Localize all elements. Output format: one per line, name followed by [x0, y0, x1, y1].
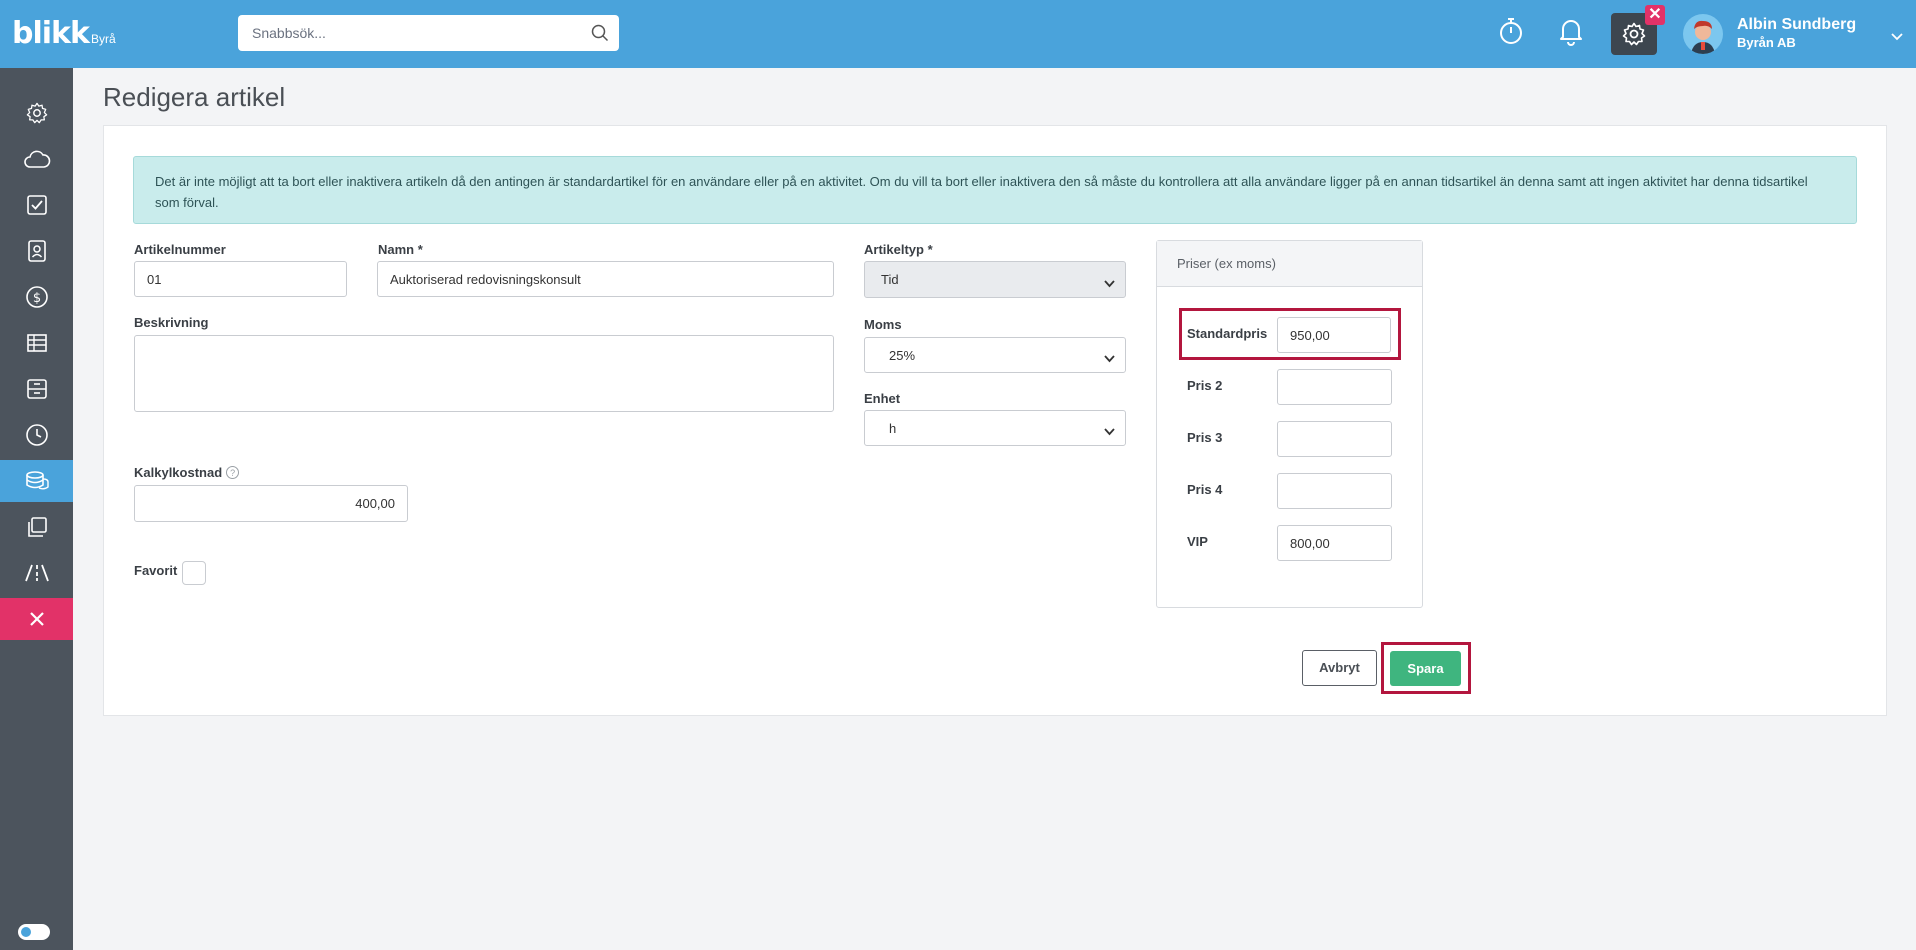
pris4-input[interactable]: [1277, 473, 1392, 509]
cloud-icon: [23, 150, 50, 168]
vip-input[interactable]: [1277, 525, 1392, 561]
sidebar-item-archive[interactable]: [0, 368, 73, 410]
enhet-select[interactable]: h: [864, 410, 1126, 446]
save-highlight: [1381, 642, 1471, 694]
dollar-icon: $: [25, 286, 48, 308]
standardpris-highlight: [1179, 308, 1401, 360]
beskrivning-label: Beskrivning: [134, 315, 209, 330]
stopwatch-icon[interactable]: [1497, 16, 1525, 51]
sidebar-item-economy[interactable]: $: [0, 276, 73, 318]
artikeltyp-select: Tid: [864, 261, 1126, 298]
close-badge[interactable]: ✕: [1645, 5, 1665, 25]
sidebar-item-mileage[interactable]: [0, 552, 73, 594]
chevron-down-icon[interactable]: [1891, 28, 1903, 46]
enhet-label: Enhet: [864, 391, 901, 406]
bell-icon[interactable]: [1557, 16, 1585, 51]
sidebar-item-documents[interactable]: [0, 506, 73, 548]
chevron-down-icon: [1104, 424, 1115, 439]
clock-icon: [25, 424, 48, 446]
pris2-input[interactable]: [1277, 369, 1392, 405]
page-title: Redigera artikel: [103, 82, 286, 112]
coins-icon: [25, 471, 49, 490]
logo-text: blikk: [12, 16, 90, 51]
theme-toggle[interactable]: [18, 924, 50, 940]
logo-suffix: Byrå: [90, 32, 116, 46]
logo[interactable]: blikk Byrå: [12, 16, 116, 51]
close-icon: [29, 612, 44, 626]
vip-label: VIP: [1187, 534, 1208, 549]
avatar[interactable]: [1683, 14, 1723, 54]
pris2-label: Pris 2: [1187, 378, 1223, 393]
search-icon[interactable]: [591, 24, 609, 47]
chevron-down-icon: [1104, 276, 1115, 291]
contacts-icon: [27, 240, 46, 262]
checkbox-icon: [26, 195, 47, 215]
sidebar-item-tasks[interactable]: [0, 184, 73, 226]
sidebar-item-close[interactable]: [0, 598, 73, 640]
artikeltyp-value: Tid: [881, 272, 899, 287]
gear-icon: [26, 102, 47, 124]
namn-input[interactable]: [377, 261, 834, 297]
sidebar-item-time[interactable]: [0, 414, 73, 456]
artikelnummer-input[interactable]: [134, 261, 347, 297]
favorit-checkbox[interactable]: [182, 561, 206, 585]
sidebar-item-contacts[interactable]: [0, 230, 73, 272]
road-icon: [24, 564, 49, 582]
favorit-label: Favorit: [134, 563, 178, 578]
chevron-down-icon: [1104, 351, 1115, 366]
moms-label: Moms: [864, 317, 902, 332]
user-name[interactable]: Albin Sundberg: [1737, 16, 1856, 34]
artikelnummer-label: Artikelnummer: [134, 242, 226, 257]
sidebar-item-settings[interactable]: [0, 92, 73, 134]
kalkylkostnad-label: Kalkylkostnad?: [134, 465, 240, 480]
top-bar: blikkByrå ✕ Albin Sundberg Byrån AB: [0, 0, 1916, 68]
enhet-value: h: [889, 420, 897, 436]
search-input[interactable]: [238, 15, 568, 51]
info-alert: Det är inte möjligt att ta bort eller in…: [133, 156, 1857, 224]
kalkylkostnad-label-text: Kalkylkostnad: [134, 465, 223, 480]
search-box: [238, 15, 619, 51]
user-company[interactable]: Byrån AB: [1737, 35, 1796, 50]
moms-value: 25%: [889, 347, 916, 363]
cancel-button[interactable]: Avbryt: [1302, 650, 1377, 686]
pris4-label: Pris 4: [1187, 482, 1223, 497]
gear-icon: [1622, 22, 1646, 46]
pris3-input[interactable]: [1277, 421, 1392, 457]
prices-header: Priser (ex moms): [1157, 241, 1422, 287]
sidebar: $: [0, 68, 73, 950]
svg-text:$: $: [32, 291, 40, 306]
beskrivning-textarea[interactable]: [134, 335, 834, 412]
kalkylkostnad-input[interactable]: [134, 485, 408, 522]
artikeltyp-label: Artikeltyp *: [864, 242, 933, 257]
sidebar-item-articles[interactable]: [0, 460, 73, 502]
table-icon: [26, 334, 47, 352]
pris3-label: Pris 3: [1187, 430, 1223, 445]
sidebar-item-cloud[interactable]: [0, 138, 73, 180]
sidebar-item-reports[interactable]: [0, 322, 73, 364]
namn-label: Namn *: [378, 242, 423, 257]
help-icon[interactable]: ?: [226, 466, 240, 479]
archive-icon: [26, 379, 47, 399]
copy-icon: [27, 517, 47, 537]
moms-select[interactable]: 25%: [864, 337, 1126, 373]
